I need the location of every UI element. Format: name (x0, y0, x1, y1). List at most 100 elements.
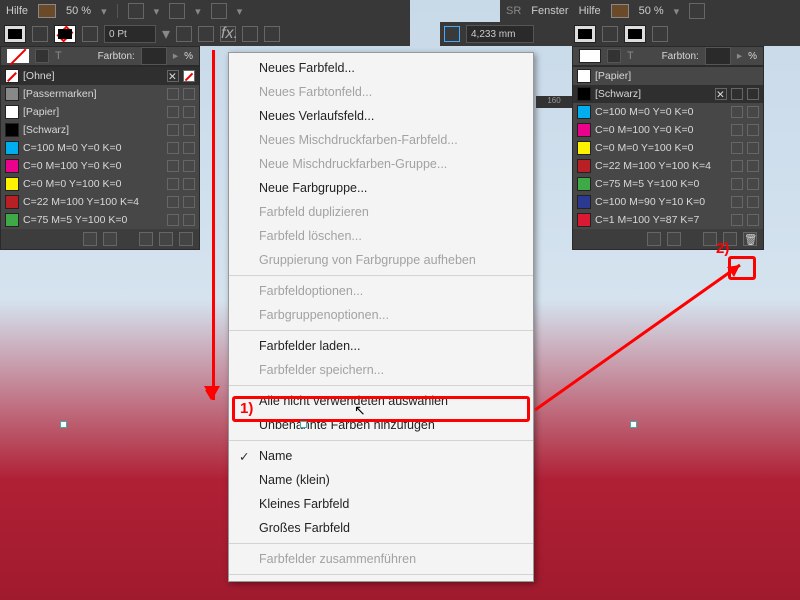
formatting-affects-icon[interactable] (32, 26, 48, 42)
cmyk-icon (167, 196, 179, 208)
swatch-color-icon (577, 213, 591, 227)
text-icon[interactable]: T (55, 50, 62, 62)
menu-item[interactable]: Name (klein) (229, 468, 533, 492)
swatch-paper[interactable]: [Papier] (573, 67, 763, 85)
show-grid-icon[interactable] (103, 232, 117, 246)
type-icon (183, 214, 195, 226)
menu-sr[interactable]: SR (506, 5, 521, 17)
menu-window[interactable]: Fenster (531, 5, 568, 17)
frame-icon[interactable] (444, 26, 460, 42)
cmyk-icon (731, 142, 743, 154)
delete-swatch-icon[interactable] (179, 232, 193, 246)
stroke-swatch-2[interactable] (624, 25, 646, 43)
swatch-color-icon (577, 177, 591, 191)
fx-icon[interactable]: fx. (220, 26, 236, 42)
fill-swatch-2[interactable] (574, 25, 596, 43)
type-icon (183, 106, 195, 118)
swatch-row[interactable]: C=0 M=0 Y=100 K=0 (1, 175, 199, 193)
show-list-icon-2[interactable] (647, 232, 661, 246)
swatch-row[interactable]: [Schwarz] (1, 121, 199, 139)
panel-footer-left (1, 229, 199, 249)
fill-proxy-2[interactable] (579, 49, 601, 63)
size-field[interactable]: 4,233 mm (466, 25, 534, 43)
show-grid-icon-2[interactable] (667, 232, 681, 246)
swatch-row[interactable]: C=22 M=100 Y=100 K=4 (1, 193, 199, 211)
swatch-row[interactable]: C=75 M=5 Y=100 K=0 (573, 175, 763, 193)
align2-icon[interactable] (264, 26, 280, 42)
formatting-icon[interactable] (82, 26, 98, 42)
swatch-row[interactable]: [Passermarken] (1, 85, 199, 103)
menu-item: Neues Mischdruckfarben-Farbfeld... (229, 128, 533, 152)
type-icon (747, 124, 759, 136)
menu-help[interactable]: Hilfe (6, 5, 28, 17)
new-swatch-icon[interactable] (159, 232, 173, 246)
type-icon (747, 142, 759, 154)
swatch-name: C=100 M=0 Y=0 K=0 (23, 142, 163, 154)
swatch-row[interactable]: C=100 M=0 Y=0 K=0 (573, 103, 763, 121)
stroke-proxy-icon[interactable] (35, 49, 49, 63)
swatch-row[interactable]: C=100 M=90 Y=10 K=0 (573, 193, 763, 211)
swatch-name: C=1 M=100 Y=87 K=7 (595, 214, 727, 226)
bridge-icon[interactable] (38, 4, 56, 18)
zoom-level-2[interactable]: 50 % (639, 5, 664, 17)
view-options-icon-2[interactable] (689, 3, 705, 19)
fill-swatch[interactable] (4, 25, 26, 43)
options-bar-right (570, 22, 800, 46)
menu-item[interactable]: Farbfelder laden... (229, 334, 533, 358)
swatch-row[interactable]: C=100 M=0 Y=0 K=0 (1, 139, 199, 157)
view-options-icon[interactable] (128, 3, 144, 19)
bridge-icon-2[interactable] (611, 4, 629, 18)
menu-item[interactable]: Name (229, 444, 533, 468)
cmyk-icon (167, 88, 179, 100)
text-icon-2[interactable]: T (627, 50, 634, 62)
swatch-row[interactable]: C=0 M=0 Y=100 K=0 (573, 139, 763, 157)
swatch-name: [Schwarz] (595, 88, 711, 100)
swatch-name: C=0 M=0 Y=100 K=0 (23, 178, 163, 190)
menu-item[interactable]: Neues Verlaufsfeld... (229, 104, 533, 128)
tint-pct-2: % (748, 51, 757, 62)
align-icon[interactable] (242, 26, 258, 42)
type-icon (183, 88, 195, 100)
swatch-black[interactable]: [Schwarz] ✕ (573, 85, 763, 103)
fill-proxy-icon[interactable] (7, 49, 29, 63)
swatch-color-icon (577, 141, 591, 155)
menu-item[interactable]: Neues Farbfeld... (229, 56, 533, 80)
arrange-icon[interactable] (211, 3, 227, 19)
swatch-row[interactable]: C=1 M=100 Y=87 K=7 (573, 211, 763, 229)
menu-item[interactable]: Großes Farbfeld (229, 516, 533, 540)
swatch-row[interactable]: C=75 M=5 Y=100 K=0 (1, 211, 199, 229)
screen-mode-icon[interactable] (169, 3, 185, 19)
menu-help-2[interactable]: Hilfe (579, 5, 601, 17)
cmyk-icon (731, 178, 743, 190)
swatch-current[interactable]: [Ohne] ✕ (1, 67, 199, 85)
menu-item[interactable]: Neue Farbgruppe... (229, 176, 533, 200)
new-group-icon-2[interactable] (703, 232, 717, 246)
type-icon (183, 142, 195, 154)
swatches-panel-right: [Papier] [Schwarz] ✕ C=100 M=0 Y=0 K=0 C… (572, 66, 764, 250)
tint-value-2[interactable] (705, 47, 731, 65)
none-icon (183, 70, 195, 82)
zoom-level[interactable]: 50 % (66, 5, 91, 17)
swatch-row[interactable]: C=0 M=100 Y=0 K=0 (1, 157, 199, 175)
stroke-proxy-2[interactable] (607, 49, 621, 63)
menu-item[interactable]: Alle nicht verwendeten auswählen (229, 389, 533, 413)
tint-pct: % (184, 51, 193, 62)
formatting-icon-3[interactable] (652, 26, 668, 42)
type-icon (747, 196, 759, 208)
show-list-icon[interactable] (83, 232, 97, 246)
swatch-row[interactable]: [Papier] (1, 103, 199, 121)
tint-value[interactable] (141, 47, 167, 65)
swatch-row[interactable]: C=22 M=100 Y=100 K=4 (573, 157, 763, 175)
rect-icon[interactable] (176, 26, 192, 42)
rect2-icon[interactable] (198, 26, 214, 42)
new-group-icon[interactable] (139, 232, 153, 246)
swatch-name: C=100 M=0 Y=0 K=0 (595, 106, 727, 118)
formatting-icon-2[interactable] (602, 26, 618, 42)
swatch-row[interactable]: C=0 M=100 Y=0 K=0 (573, 121, 763, 139)
new-swatch-icon-2[interactable] (723, 232, 737, 246)
stroke-swatch[interactable] (54, 25, 76, 43)
menu-item[interactable]: Kleines Farbfeld (229, 492, 533, 516)
stroke-weight[interactable]: 0 Pt (104, 25, 156, 43)
delete-swatch-icon-2[interactable]: 🗑 (743, 232, 757, 246)
swatch-name: C=0 M=0 Y=100 K=0 (595, 142, 727, 154)
